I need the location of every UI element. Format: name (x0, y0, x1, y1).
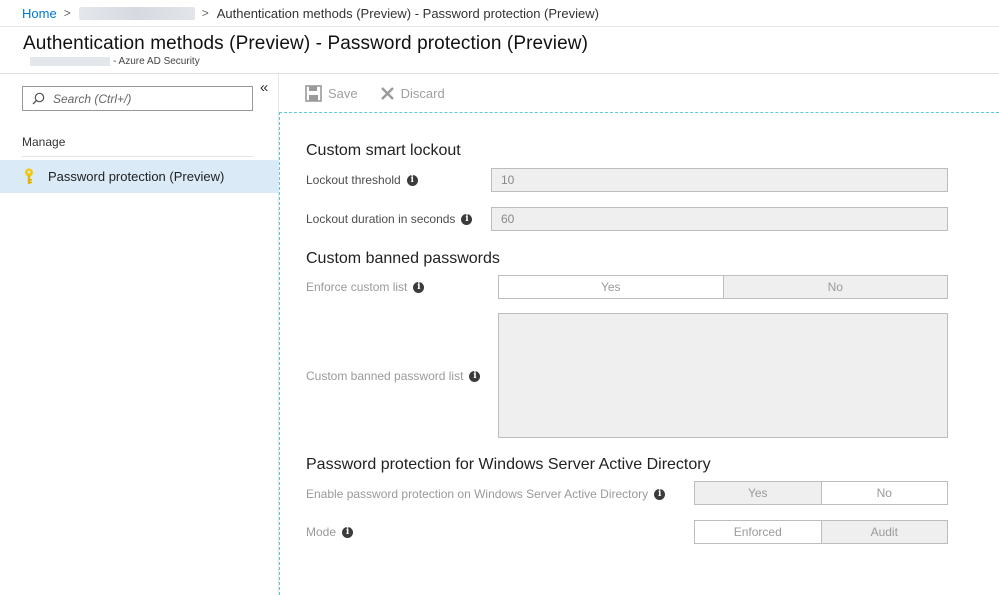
left-nav: « Manage Password protection (Preview) (0, 74, 279, 595)
close-icon (380, 87, 394, 100)
enforce-custom-list-no[interactable]: No (722, 276, 947, 298)
mode-enforced[interactable]: Enforced (695, 521, 821, 543)
breadcrumb-redacted-link[interactable] (78, 6, 195, 20)
discard-button-label: Discard (400, 86, 445, 101)
lockout-duration-label-text: Lockout duration in seconds (306, 212, 456, 226)
search-box[interactable] (22, 86, 253, 111)
mode-label: Mode i (306, 525, 354, 539)
lockout-duration-label: Lockout duration in seconds i (306, 212, 473, 226)
enable-ad-protection-label: Enable password protection on Windows Se… (306, 487, 666, 501)
save-button[interactable]: Save (305, 85, 358, 102)
collapse-sidebar-icon[interactable]: « (260, 79, 268, 96)
save-button-label: Save (328, 86, 358, 101)
page-subtitle: - Azure AD Security (113, 56, 200, 67)
search-input[interactable] (53, 91, 243, 106)
info-icon[interactable]: i (342, 526, 354, 538)
command-bar: Save Discard (280, 74, 999, 113)
enforce-custom-list-toggle[interactable]: Yes No (498, 275, 948, 299)
custom-banned-password-list-label-text: Custom banned password list (306, 369, 464, 383)
key-icon (25, 168, 33, 184)
lockout-threshold-input[interactable] (491, 168, 948, 192)
info-icon[interactable]: i (413, 281, 425, 293)
enforce-custom-list-yes[interactable]: Yes (499, 276, 723, 298)
enable-ad-protection-no[interactable]: No (820, 482, 947, 504)
enable-ad-protection-yes[interactable]: Yes (695, 482, 821, 504)
save-icon (305, 85, 322, 102)
chevron-right-icon: > (201, 6, 209, 20)
enable-ad-protection-toggle[interactable]: Yes No (694, 481, 948, 505)
settings-pane: Custom smart lockout Lockout threshold i… (279, 112, 999, 595)
redacted-tenant-name (30, 57, 110, 66)
section-custom-smart-lockout: Custom smart lockout (306, 142, 461, 159)
page-title: Authentication methods (Preview) - Passw… (23, 33, 589, 54)
mode-toggle[interactable]: Enforced Audit (694, 520, 948, 544)
mode-label-text: Mode (306, 525, 337, 539)
lockout-threshold-label: Lockout threshold i (306, 173, 418, 187)
section-custom-banned-passwords: Custom banned passwords (306, 250, 500, 267)
nav-section-divider (22, 156, 253, 157)
enforce-custom-list-label: Enforce custom list i (306, 280, 425, 294)
enable-ad-protection-label-text: Enable password protection on Windows Se… (306, 487, 649, 501)
custom-banned-password-textarea[interactable] (498, 313, 948, 438)
enforce-custom-list-label-text: Enforce custom list (306, 280, 408, 294)
lockout-duration-input[interactable] (491, 207, 948, 231)
lockout-threshold-label-text: Lockout threshold (306, 173, 401, 187)
mode-audit[interactable]: Audit (820, 521, 947, 543)
sidebar-item-password-protection[interactable]: Password protection (Preview) (0, 160, 279, 193)
nav-section-manage: Manage (22, 135, 66, 149)
breadcrumb-home-link[interactable]: Home (22, 6, 57, 21)
breadcrumb-current: Authentication methods (Preview) - Passw… (216, 5, 599, 21)
info-icon[interactable]: i (469, 370, 481, 382)
search-icon (32, 92, 45, 105)
section-windows-server-ad: Password protection for Windows Server A… (306, 456, 711, 473)
discard-button[interactable]: Discard (380, 86, 445, 101)
breadcrumb: Home > > Authentication methods (Preview… (0, 0, 999, 27)
info-icon[interactable]: i (406, 174, 418, 186)
sidebar-item-label: Password protection (Preview) (48, 169, 225, 184)
page-subtitle-row: - Azure AD Security (30, 56, 200, 67)
info-icon[interactable]: i (654, 488, 666, 500)
custom-banned-password-list-label: Custom banned password list i (306, 369, 481, 383)
chevron-right-icon: > (63, 6, 71, 20)
info-icon[interactable]: i (461, 213, 473, 225)
